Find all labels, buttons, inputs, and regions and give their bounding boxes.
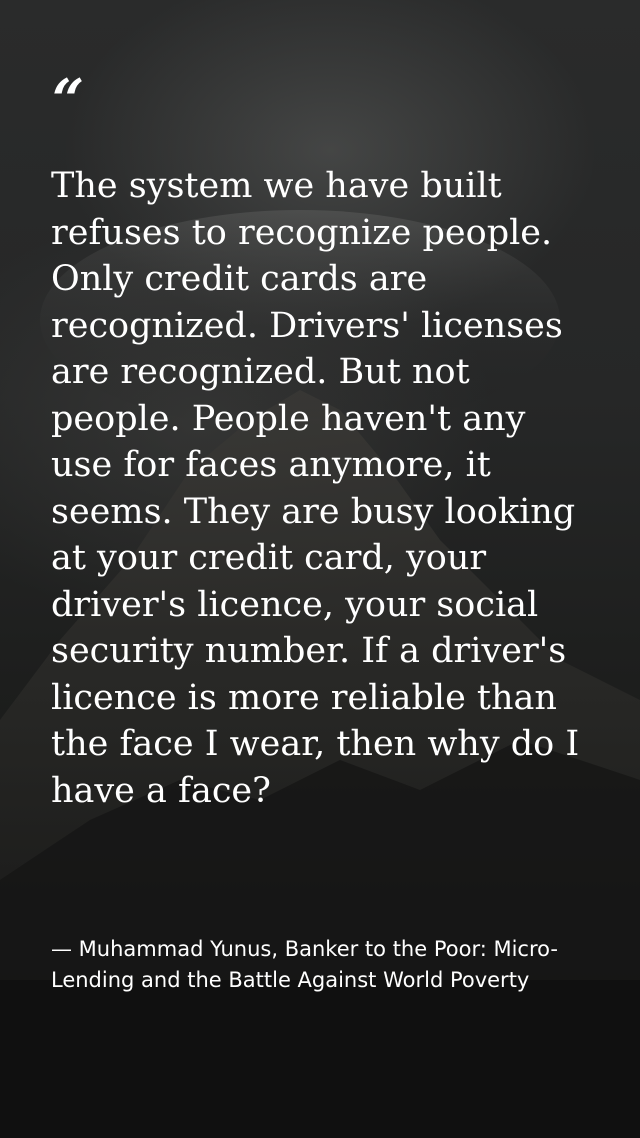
quote-attribution: — Muhammad Yunus, Banker to the Poor: Mi… [51,937,558,992]
quote-text: The system we have built refuses to reco… [51,166,580,811]
quote-mark-icon: “ [52,67,85,133]
